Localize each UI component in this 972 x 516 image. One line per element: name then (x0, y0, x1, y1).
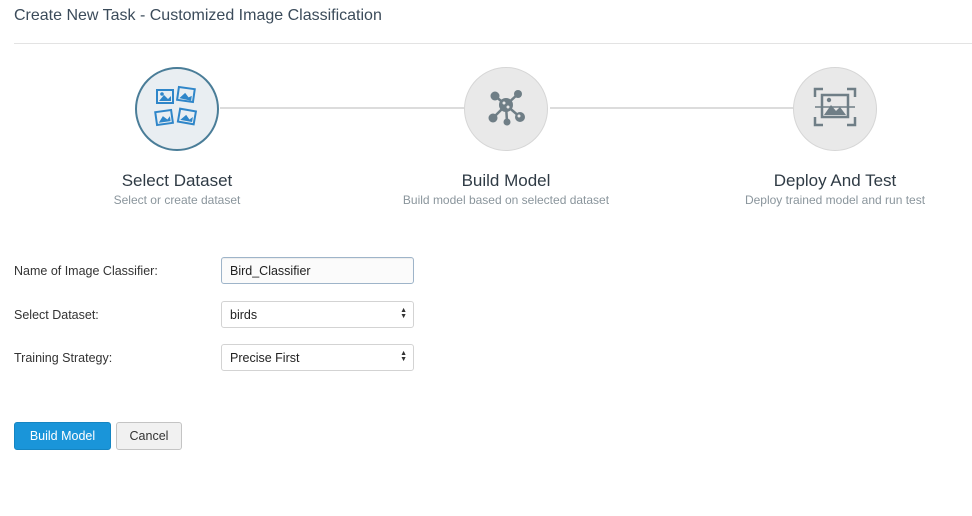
step-subtitle-select-dataset: Select or create dataset (113, 193, 241, 207)
select-arrows-icon: ▲ ▼ (400, 307, 407, 320)
step-subtitle-deploy-test: Deploy trained model and run test (744, 193, 926, 207)
strategy-label: Training Strategy: (14, 351, 113, 365)
cancel-button[interactable]: Cancel (116, 422, 182, 450)
step-deploy-test[interactable] (793, 67, 877, 151)
classifier-name-label: Name of Image Classifier: (14, 264, 158, 278)
header-divider (14, 43, 972, 44)
step-title-build-model: Build Model (461, 171, 551, 190)
step-title-select-dataset: Select Dataset (121, 171, 233, 190)
image-scan-icon (812, 86, 858, 133)
step-connector-1 (220, 107, 464, 109)
strategy-select-value: Precise First (230, 351, 300, 365)
dataset-label: Select Dataset: (14, 308, 99, 322)
dataset-select-value: birds (230, 308, 258, 322)
step-subtitle-build-model: Build model based on selected dataset (402, 193, 610, 207)
step-connector-2 (550, 107, 793, 109)
page-title: Create New Task - Customized Image Class… (14, 7, 382, 24)
image-gallery-icon (153, 85, 201, 134)
build-model-button[interactable]: Build Model (14, 422, 111, 450)
classifier-name-input[interactable] (221, 257, 414, 284)
select-arrows-icon: ▲ ▼ (400, 350, 407, 363)
step-build-model[interactable] (464, 67, 548, 151)
strategy-select[interactable]: Precise First ▲ ▼ (221, 344, 414, 371)
network-model-icon (483, 84, 529, 135)
dataset-select[interactable]: birds ▲ ▼ (221, 301, 414, 328)
step-title-deploy-test: Deploy And Test (773, 171, 897, 190)
step-select-dataset[interactable] (135, 67, 219, 151)
